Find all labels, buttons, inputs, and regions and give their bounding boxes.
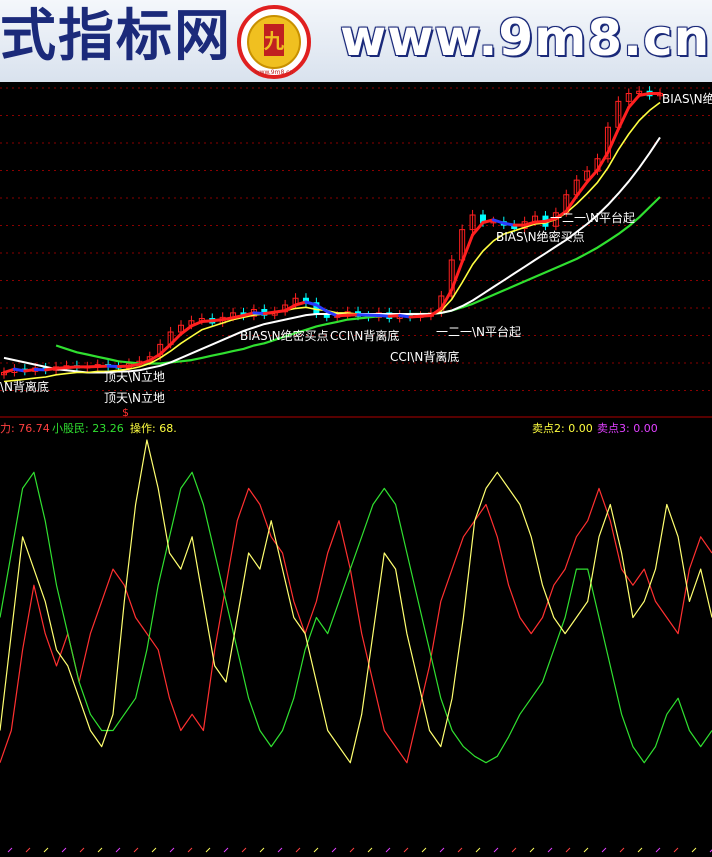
ma-fast-segment [44, 366, 58, 372]
ma-fast-segment [335, 313, 350, 318]
legend-entry: 卖点3: 0.00 [597, 422, 658, 435]
ma-fast-segment [200, 319, 214, 323]
annotation-label: \N背离底 [0, 379, 49, 394]
annotation-label: 顶天\N立地 [104, 390, 165, 405]
ma-fast-segment [377, 314, 391, 318]
ma-fast-segment [387, 314, 402, 318]
annotation-label: CCI\N背离底 [330, 328, 399, 343]
annotation-label: 一二一\N平台起 [550, 210, 635, 225]
ma-fast-segment [262, 310, 277, 316]
ma-fast-segment [408, 314, 423, 319]
ma-fast-segment [12, 367, 27, 373]
ma-fast-segment [273, 309, 287, 314]
ma-fast-segment [419, 314, 433, 318]
annotation-label: BIAS\N绝 [662, 91, 712, 106]
ma-fast-segment [64, 365, 79, 370]
stock-chart: 顶天\N立地 BIAS\N绝密买点 CCI\N背离底 一二一\N平台起 BIAS… [0, 82, 712, 857]
ma-fast-segment [637, 92, 652, 97]
ma-fast-segment [502, 221, 516, 227]
annotation-label: BIAS\N绝密买点 [496, 229, 585, 244]
legend-entry: 操作: 68. [130, 421, 177, 435]
ma-fast-segment [533, 219, 547, 224]
annotation-label: 顶天\N立地 [104, 369, 165, 384]
ma-fast-segment [221, 316, 235, 322]
ma-fast-segment [23, 368, 37, 373]
ma-fast-segment [210, 318, 225, 323]
annotation-label: 一二一\N平台起 [436, 324, 521, 339]
annotation-label: CCI\N背离底 [390, 349, 459, 364]
legend-entry: 小股民: 23.26 [52, 422, 124, 435]
annotation-label: BIAS\N绝密买点 [240, 328, 329, 343]
ma-fast-segment [127, 362, 141, 368]
legend-entry: 力: 76.74 [0, 422, 50, 435]
ma-fast-segment [398, 314, 412, 319]
ma-fast-segment [54, 366, 68, 370]
ma-fast-segment [252, 311, 266, 316]
legend-entry: 卖点2: 0.00 [532, 422, 593, 435]
